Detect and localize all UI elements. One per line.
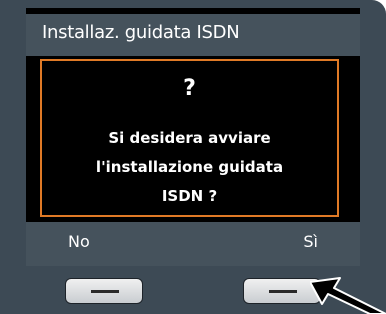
left-softkey-button[interactable] (65, 278, 143, 304)
dialog-line-1: Si desidera avviare (108, 129, 271, 147)
confirmation-dialog: ? Si desidera avviare l'installazione gu… (26, 56, 360, 222)
arrow-pointer-icon (310, 277, 386, 314)
minus-icon (91, 290, 119, 293)
softkey-bar: No Sì (26, 222, 360, 266)
dialog-line-3: ISDN ? (161, 187, 218, 205)
softkey-label-yes: Sì (303, 232, 318, 251)
phone-device: Installaz. guidata ISDN ? Si desidera av… (0, 0, 386, 314)
minus-icon (269, 290, 297, 293)
softkey-label-no: No (68, 232, 90, 251)
question-symbol: ? (183, 76, 196, 101)
dialog-message: Si desidera avviare l'installazione guid… (42, 124, 337, 211)
dialog-frame: ? Si desidera avviare l'installazione gu… (40, 59, 339, 217)
display-header: Installaz. guidata ISDN (26, 14, 360, 56)
dialog-line-2: l'installazione guidata (95, 158, 284, 176)
display-title: Installaz. guidata ISDN (42, 22, 240, 43)
